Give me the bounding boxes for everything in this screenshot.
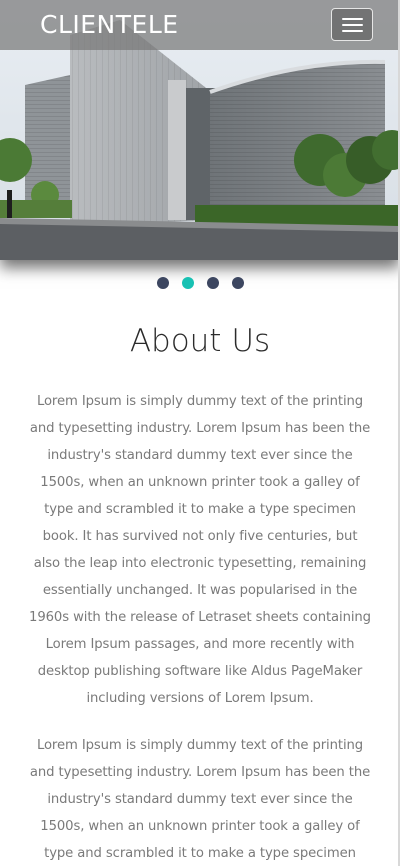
carousel-dot-1[interactable]	[156, 277, 169, 289]
brand-logo[interactable]: CLIENTELE	[40, 8, 179, 42]
about-paragraph: Lorem Ipsum is simply dummy text of the …	[29, 394, 371, 706]
carousel-dot-4[interactable]	[231, 277, 244, 289]
about-heading: About Us	[129, 323, 271, 359]
carousel-dot-2[interactable]	[181, 277, 194, 289]
carousel-dot-3[interactable]	[206, 277, 219, 289]
carousel-indicators	[0, 277, 398, 291]
navbar: CLIENTELE	[0, 0, 398, 50]
about-paragraph: Lorem Ipsum is simply dummy text of the …	[29, 738, 371, 861]
page: CLIENTELE About Us Lorem Ipsum is simply…	[0, 0, 400, 866]
menu-toggle-button[interactable]	[331, 8, 373, 41]
